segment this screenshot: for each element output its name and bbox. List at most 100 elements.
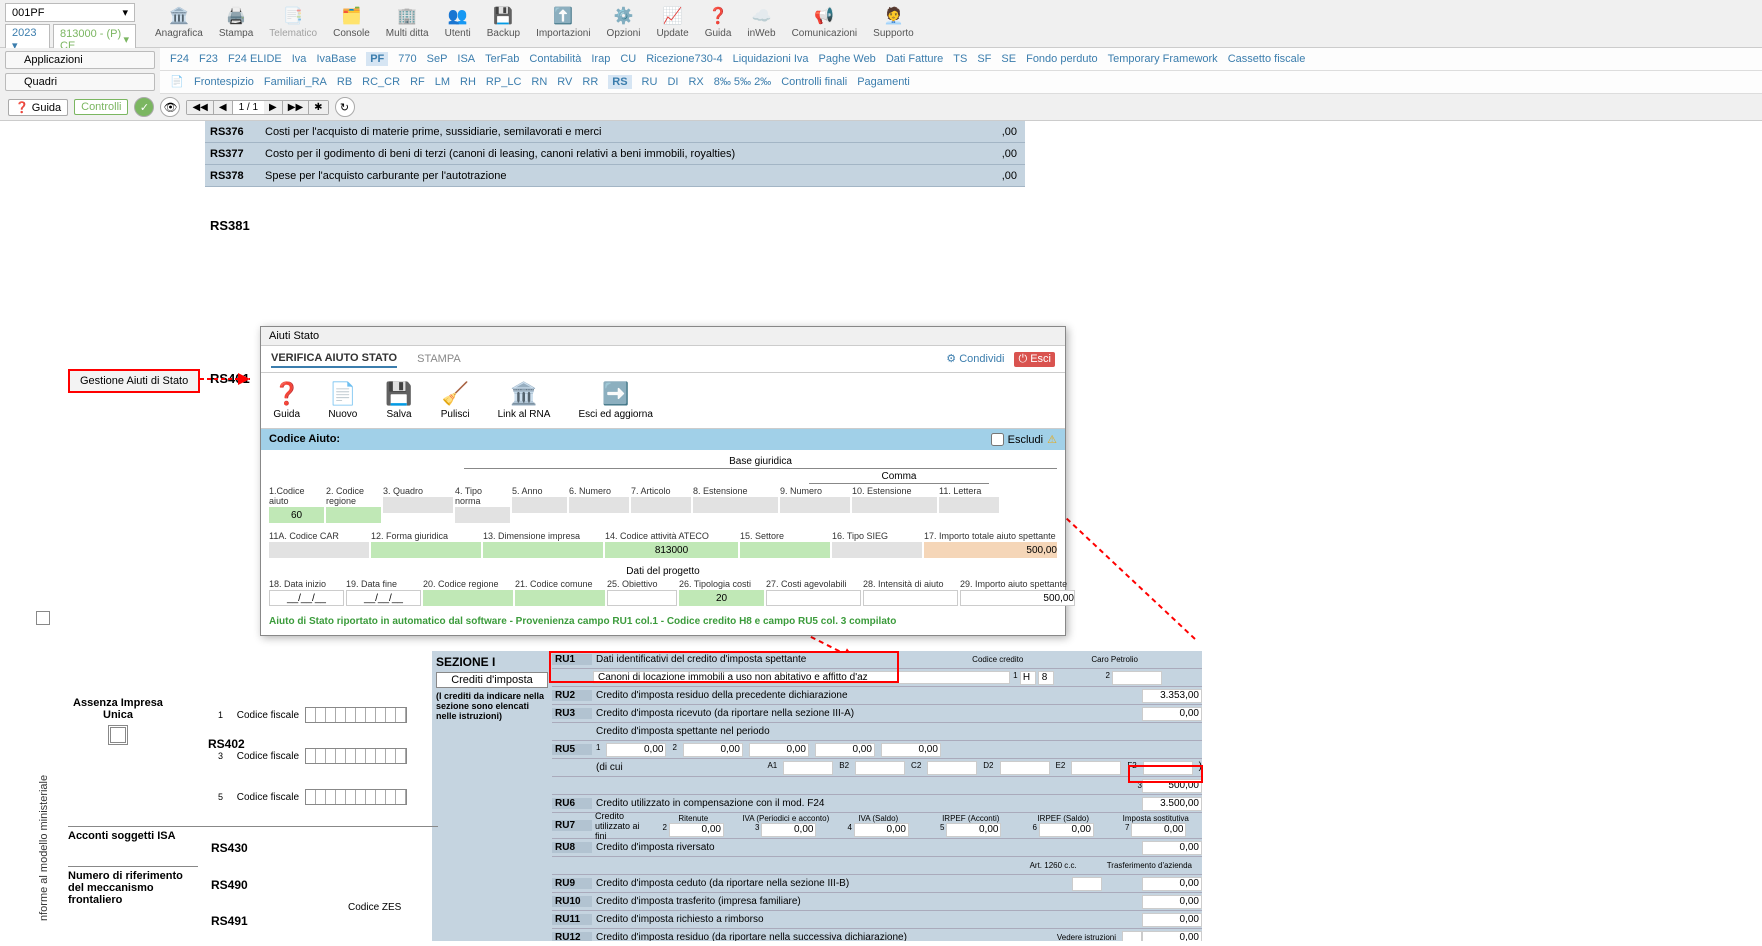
tab1-Temporary Framework[interactable]: Temporary Framework (1108, 53, 1218, 65)
tb-backup[interactable]: 💾Backup (483, 4, 524, 41)
tab1-SE[interactable]: SE (1001, 53, 1016, 65)
r1-input-3[interactable] (455, 507, 510, 523)
tab2-8‰ 5‰ 2‰[interactable]: 8‰ 5‰ 2‰ (714, 76, 771, 88)
ru11-val[interactable]: 0,00 (1142, 913, 1202, 927)
cf-input-1[interactable] (305, 707, 407, 723)
mt-guida[interactable]: ❓Guida (273, 381, 300, 420)
r2-input-0[interactable] (269, 542, 369, 558)
crediti-btn[interactable]: Crediti d'imposta (436, 672, 548, 688)
ru6-val[interactable]: 3.500,00 (1142, 797, 1202, 811)
tab2-Familiari_RA[interactable]: Familiari_RA (264, 76, 327, 88)
sel-001pf[interactable]: 001PF▾ (5, 3, 135, 22)
r1-input-5[interactable] (569, 497, 629, 513)
gestione-aiuti-btn[interactable]: Gestione Aiuti di Stato (68, 369, 200, 393)
assenza-checkbox[interactable] (108, 725, 128, 745)
mt-link-al-rna[interactable]: 🏛️Link al RNA (498, 381, 551, 420)
row-val-RS378[interactable]: ,00 (945, 170, 1025, 182)
r3-input-1[interactable] (346, 590, 421, 606)
tab2-RU[interactable]: RU (642, 76, 658, 88)
condividi-link[interactable]: ⚙ Condividi (946, 352, 1004, 367)
ru5-b[interactable]: 0,00 (606, 743, 666, 757)
tb-importazioni[interactable]: ⬆️Importazioni (532, 4, 594, 41)
quadri-btn[interactable]: Quadri (5, 73, 155, 91)
ru7-val-3[interactable]: 0,00 (946, 823, 1001, 837)
tab1-PF[interactable]: PF (366, 52, 388, 66)
ru5-f[interactable]: 0,00 (881, 743, 941, 757)
r2-input-2[interactable] (483, 542, 603, 558)
tab1-TS[interactable]: TS (953, 53, 967, 65)
reload-btn[interactable]: ↻ (335, 97, 355, 117)
tab1-Fondo perduto[interactable]: Fondo perduto (1026, 53, 1098, 65)
controlli-btn[interactable]: Controlli (74, 99, 128, 115)
tab1-F24[interactable]: F24 (170, 53, 189, 65)
cf-input-5[interactable] (305, 789, 407, 805)
r3-input-4[interactable] (607, 590, 677, 606)
tab2-RP_LC[interactable]: RP_LC (486, 76, 521, 88)
r2-input-3[interactable] (605, 542, 738, 558)
tab-stampa[interactable]: STAMPA (417, 351, 461, 367)
tb-update[interactable]: 📈Update (652, 4, 692, 41)
tab-verifica[interactable]: VERIFICA AIUTO STATO (271, 350, 397, 368)
ru3-val[interactable]: 0,00 (1142, 707, 1202, 721)
ru12-val[interactable]: 0,00 (1142, 931, 1202, 942)
r2-input-6[interactable] (924, 542, 1057, 558)
tb-supporto[interactable]: 🧑‍💼Supporto (869, 4, 918, 41)
tab2-DI[interactable]: DI (667, 76, 678, 88)
ru9-val[interactable]: 0,00 (1142, 877, 1202, 891)
tab2-RC_CR[interactable]: RC_CR (362, 76, 400, 88)
tab1-CU[interactable]: CU (620, 53, 636, 65)
tab2-RF[interactable]: RF (410, 76, 425, 88)
nav-next[interactable]: ▶ (264, 101, 283, 114)
tb-stampa[interactable]: 🖨️Stampa (215, 4, 257, 41)
r3-input-0[interactable] (269, 590, 344, 606)
tab1-Ricezione730-4[interactable]: Ricezione730-4 (646, 53, 722, 65)
escludi-check[interactable]: Escludi ⚠ (991, 433, 1057, 446)
mt-pulisci[interactable]: 🧹Pulisci (441, 381, 470, 420)
r3-input-5[interactable] (679, 590, 764, 606)
nav-last[interactable]: ▶▶ (283, 101, 309, 114)
tab1-Irap[interactable]: Irap (591, 53, 610, 65)
ru1-8[interactable]: 8 (1038, 671, 1054, 685)
tb-comunicazioni[interactable]: 📢Comunicazioni (788, 4, 862, 41)
tab2-RS[interactable]: RS (608, 75, 631, 89)
tb-inweb[interactable]: ☁️inWeb (743, 4, 779, 41)
tb-opzioni[interactable]: ⚙️Opzioni (603, 4, 645, 41)
r1-input-1[interactable] (326, 507, 381, 523)
ru8-val[interactable]: 0,00 (1142, 841, 1202, 855)
tab2-Pagamenti[interactable]: Pagamenti (857, 76, 910, 88)
tb-utenti[interactable]: 👥Utenti (441, 4, 475, 41)
ru7-val-4[interactable]: 0,00 (1039, 823, 1094, 837)
ru5-d[interactable]: 0,00 (749, 743, 809, 757)
tab1-SeP[interactable]: SeP (427, 53, 448, 65)
tab2-Frontespizio[interactable]: Frontespizio (194, 76, 254, 88)
ru10-val[interactable]: 0,00 (1142, 895, 1202, 909)
tab1-Paghe Web[interactable]: Paghe Web (819, 53, 876, 65)
ru2-val[interactable]: 3.353,00 (1142, 689, 1202, 703)
applicazioni-btn[interactable]: Applicazioni (5, 51, 155, 69)
tab2-RN[interactable]: RN (531, 76, 547, 88)
r1-input-9[interactable] (852, 497, 937, 513)
tab1-Liquidazioni Iva[interactable]: Liquidazioni Iva (733, 53, 809, 65)
row-val-RS376[interactable]: ,00 (945, 126, 1025, 138)
guida-btn[interactable]: ❓ Guida (8, 99, 68, 116)
tab1-SF[interactable]: SF (977, 53, 991, 65)
ru7-val-0[interactable]: 0,00 (669, 823, 724, 837)
tab2-RV[interactable]: RV (557, 76, 572, 88)
refresh-btn[interactable]: 👁 (160, 97, 180, 117)
r3-input-7[interactable] (863, 590, 958, 606)
ru1-h[interactable]: H (1020, 671, 1036, 685)
r1-input-0[interactable] (269, 507, 324, 523)
tab2-RR[interactable]: RR (582, 76, 598, 88)
tb-anagrafica[interactable]: 🏛️Anagrafica (151, 4, 207, 41)
tab1-Iva[interactable]: Iva (292, 53, 307, 65)
r1-input-10[interactable] (939, 497, 999, 513)
tab2-RH[interactable]: RH (460, 76, 476, 88)
ru1-caro[interactable] (1112, 671, 1162, 685)
tab1-TerFab[interactable]: TerFab (485, 53, 519, 65)
r1-input-4[interactable] (512, 497, 567, 513)
r2-input-5[interactable] (832, 542, 922, 558)
tab1-Cassetto fiscale[interactable]: Cassetto fiscale (1228, 53, 1306, 65)
cf-input-3[interactable] (305, 748, 407, 764)
tab2-LM[interactable]: LM (435, 76, 450, 88)
tab1-F24 ELIDE[interactable]: F24 ELIDE (228, 53, 282, 65)
